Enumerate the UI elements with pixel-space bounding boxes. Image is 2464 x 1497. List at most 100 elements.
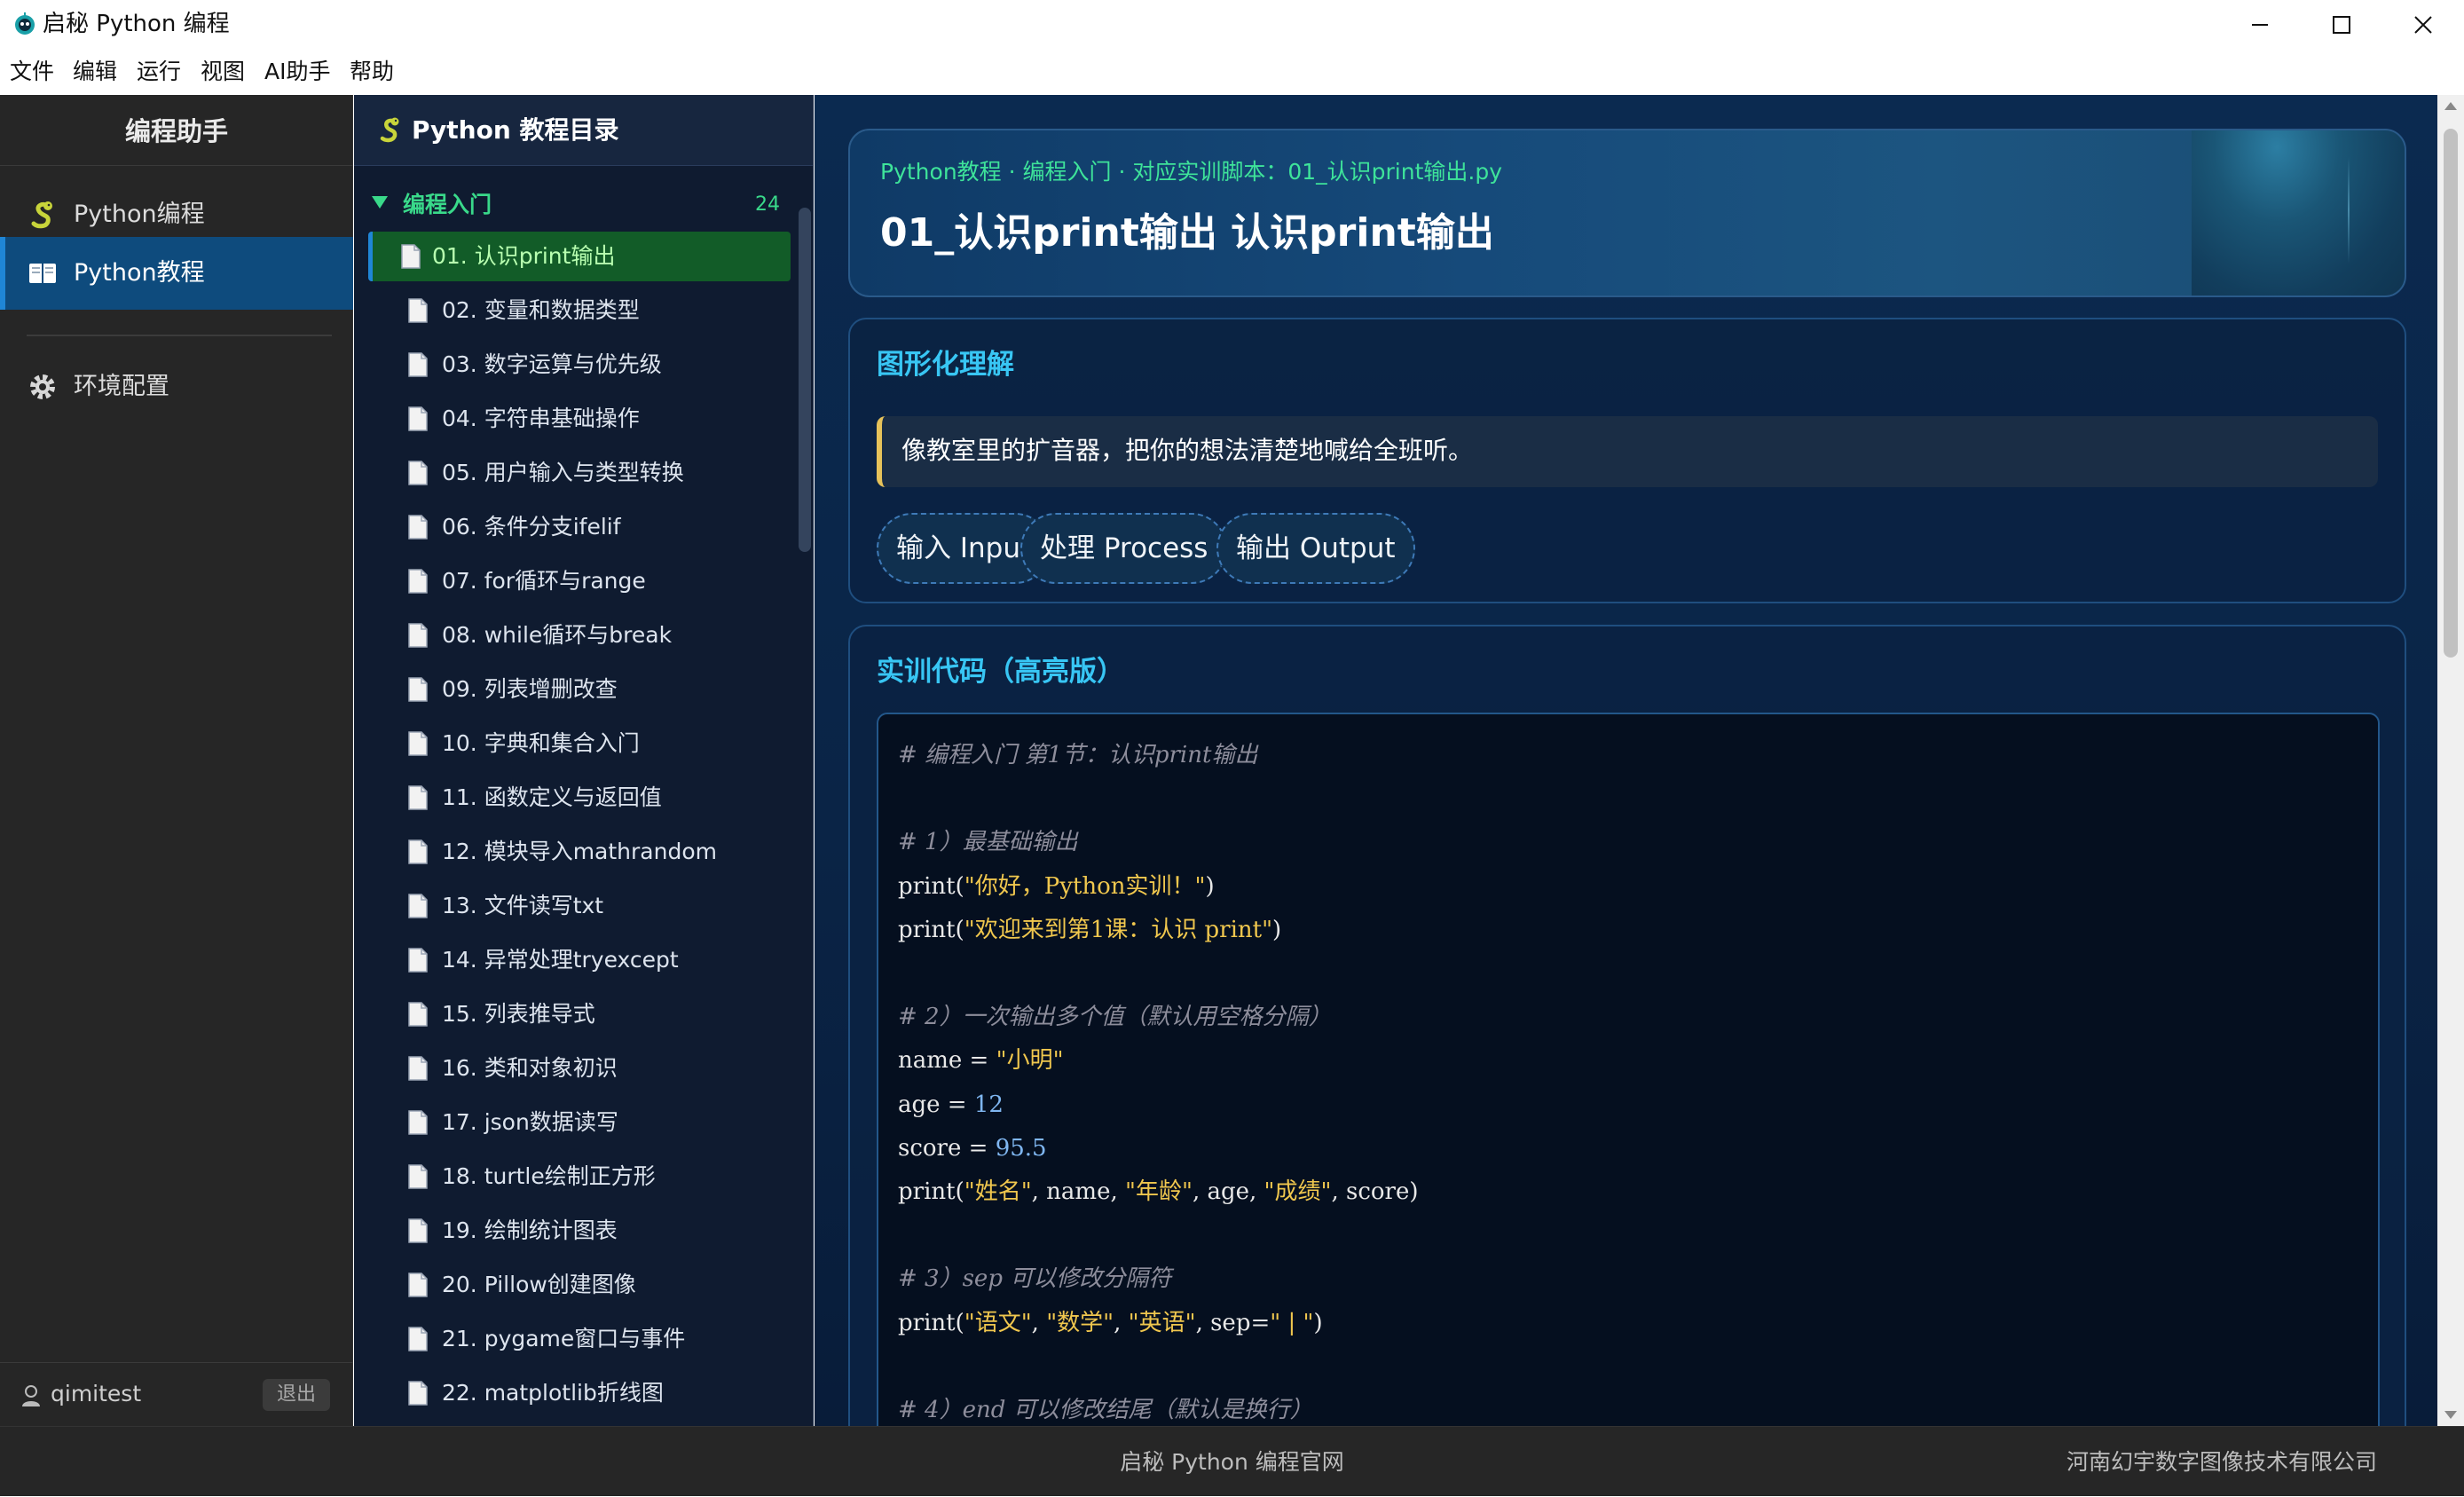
toc-scrollbar[interactable]	[799, 208, 811, 552]
toc-item[interactable]: 06. 条件分支ifelif	[368, 502, 791, 552]
code-line: name = "小明"	[898, 1043, 1064, 1078]
maximize-button[interactable]	[2301, 0, 2382, 49]
menu-run[interactable]: 运行	[137, 59, 181, 85]
toc-item-label: 01. 认识print输出	[432, 243, 616, 269]
toc-item[interactable]: 04. 字符串基础操作	[368, 394, 791, 444]
robot-app-icon	[15, 12, 35, 35]
toc-item[interactable]: 19. 绘制统计图表	[368, 1206, 791, 1256]
code-token: , score)	[1331, 1178, 1419, 1205]
toc-item[interactable]: 11. 函数定义与返回值	[368, 773, 791, 823]
code-token: , sep=	[1195, 1309, 1271, 1336]
pill-output: 输出 Output	[1216, 513, 1415, 584]
nav-item-python-tutorial[interactable]: Python教程	[0, 237, 353, 310]
code-block[interactable]: # 编程入门 第1节：认识print输出 # 1）最基础输出 print("你好，P…	[877, 713, 2380, 1426]
document-icon	[408, 1110, 428, 1135]
code-string: "你好，Python实训！"	[964, 872, 1206, 900]
toc-item[interactable]: 09. 列表增删改查	[368, 665, 791, 714]
scroll-down-arrow-icon[interactable]	[2444, 1411, 2457, 1419]
code-string: "英语"	[1128, 1309, 1196, 1336]
toc-item[interactable]: 20. Pillow创建图像	[368, 1260, 791, 1310]
hero-decoration	[2192, 130, 2405, 295]
toc-item-label: 07. for循环与range	[442, 568, 646, 594]
code-title: 实训代码（高亮版）	[877, 656, 1124, 688]
document-icon	[408, 515, 428, 540]
code-string: "数学"	[1046, 1309, 1114, 1336]
code-token: print(	[898, 872, 964, 900]
toc-item-label: 10. 字典和集合入门	[442, 730, 640, 756]
toc-item[interactable]: 14. 异常处理tryexcept	[368, 935, 791, 985]
tutorial-content: Python教程 · 编程入门 · 对应实训脚本：01_认识print输出.py…	[815, 95, 2437, 1426]
nav-item-label: Python编程	[74, 201, 205, 228]
toc-item[interactable]: 01. 认识print输出	[368, 232, 791, 281]
toc-item-label: 22. matplotlib折线图	[442, 1380, 664, 1406]
toc-item[interactable]: 07. for循环与range	[368, 556, 791, 606]
toc-item[interactable]: 10. 字典和集合入门	[368, 719, 791, 768]
menu-edit[interactable]: 编辑	[73, 59, 117, 85]
document-icon	[408, 1164, 428, 1189]
code-token: )	[1313, 1309, 1323, 1336]
user-panel: qimitest 退出	[0, 1362, 353, 1426]
code-token: )	[1205, 872, 1215, 900]
code-comment: # 编程入门 第1节：认识print输出	[898, 742, 1258, 768]
code-card: 实训代码（高亮版） # 编程入门 第1节：认识print输出 # 1）最基础输出 p…	[848, 625, 2406, 1426]
toc-item-label: 15. 列表推导式	[442, 1001, 595, 1027]
toc-item[interactable]: 17. json数据读写	[368, 1098, 791, 1147]
code-line: print("欢迎来到第1课：认识 print")	[898, 912, 1281, 948]
expand-triangle-icon	[372, 196, 388, 209]
toc-item[interactable]: 18. turtle绘制正方形	[368, 1152, 791, 1202]
breadcrumb: Python教程 · 编程入门 · 对应实训脚本：01_认识print输出.py	[880, 159, 1503, 185]
scroll-thumb[interactable]	[2444, 129, 2458, 658]
content-scrollbar[interactable]	[2437, 95, 2464, 1426]
code-comment: # 4）end 可以修改结尾（默认是换行）	[898, 1397, 1313, 1423]
scroll-up-arrow-icon[interactable]	[2444, 102, 2457, 110]
menu-help[interactable]: 帮助	[350, 59, 394, 85]
toc-item[interactable]: 08. while循环与break	[368, 611, 791, 660]
toc-item[interactable]: 22. matplotlib折线图	[368, 1368, 791, 1418]
code-line: # 3）sep 可以修改分隔符	[898, 1261, 1171, 1296]
document-icon	[408, 1272, 428, 1297]
nav-item-environment[interactable]: 环境配置	[0, 351, 353, 423]
toc-item-label: 06. 条件分支ifelif	[442, 514, 621, 540]
window-title: 启秘 Python 编程	[43, 11, 230, 37]
menu-view[interactable]: 视图	[201, 59, 245, 85]
toc-item-label: 18. turtle绘制正方形	[442, 1163, 656, 1189]
code-comment: # 2）一次输出多个值（默认用空格分隔）	[898, 1004, 1332, 1031]
code-string: " | "	[1270, 1309, 1314, 1336]
toc-group-beginner[interactable]: 编程入门 24	[354, 184, 789, 228]
code-string: "语文"	[964, 1309, 1032, 1336]
toc-item[interactable]: 05. 用户输入与类型转换	[368, 448, 791, 498]
code-token: ,	[1114, 1309, 1129, 1336]
code-line: # 4）end 可以修改结尾（默认是换行）	[898, 1392, 1313, 1426]
code-string: "小明"	[996, 1047, 1064, 1075]
code-comment: # 3）sep 可以修改分隔符	[898, 1265, 1172, 1293]
toc-item[interactable]: 21. pygame窗口与事件	[368, 1314, 791, 1364]
toc-item-label: 12. 模块导入mathrandom	[442, 839, 717, 864]
toc-item[interactable]: 16. 类和对象初识	[368, 1044, 791, 1093]
menu-ai-assistant[interactable]: AI助手	[264, 59, 330, 85]
nav-divider	[27, 335, 332, 336]
toc-item[interactable]: 12. 模块导入mathrandom	[368, 827, 791, 877]
code-token: print(	[898, 1178, 964, 1205]
document-icon	[408, 623, 428, 648]
close-icon	[2414, 15, 2432, 34]
code-line: print("你好，Python实训！")	[898, 869, 1215, 904]
pill-process: 处理 Process	[1020, 513, 1228, 584]
document-icon	[408, 948, 428, 973]
close-button[interactable]	[2382, 0, 2464, 49]
document-icon	[408, 352, 428, 377]
logout-button[interactable]: 退出	[263, 1379, 330, 1411]
menu-file[interactable]: 文件	[10, 59, 54, 85]
document-icon	[408, 1218, 428, 1243]
toc-item[interactable]: 13. 文件读写txt	[368, 881, 791, 931]
toc-item[interactable]: 03. 数字运算与优先级	[368, 340, 791, 390]
minimize-button[interactable]	[2219, 0, 2301, 49]
toc-item-label: 04. 字符串基础操作	[442, 406, 640, 431]
toc-item-label: 20. Pillow创建图像	[442, 1272, 636, 1297]
maximize-icon	[2333, 15, 2350, 34]
toc-item[interactable]: 15. 列表推导式	[368, 989, 791, 1039]
code-string: "欢迎来到第1课：认识 print"	[964, 916, 1273, 943]
toc-group-label: 编程入门	[403, 192, 492, 217]
code-line: age = 12	[898, 1087, 1004, 1123]
toc-item-label: 05. 用户输入与类型转换	[442, 460, 684, 485]
toc-item[interactable]: 02. 变量和数据类型	[368, 286, 791, 335]
